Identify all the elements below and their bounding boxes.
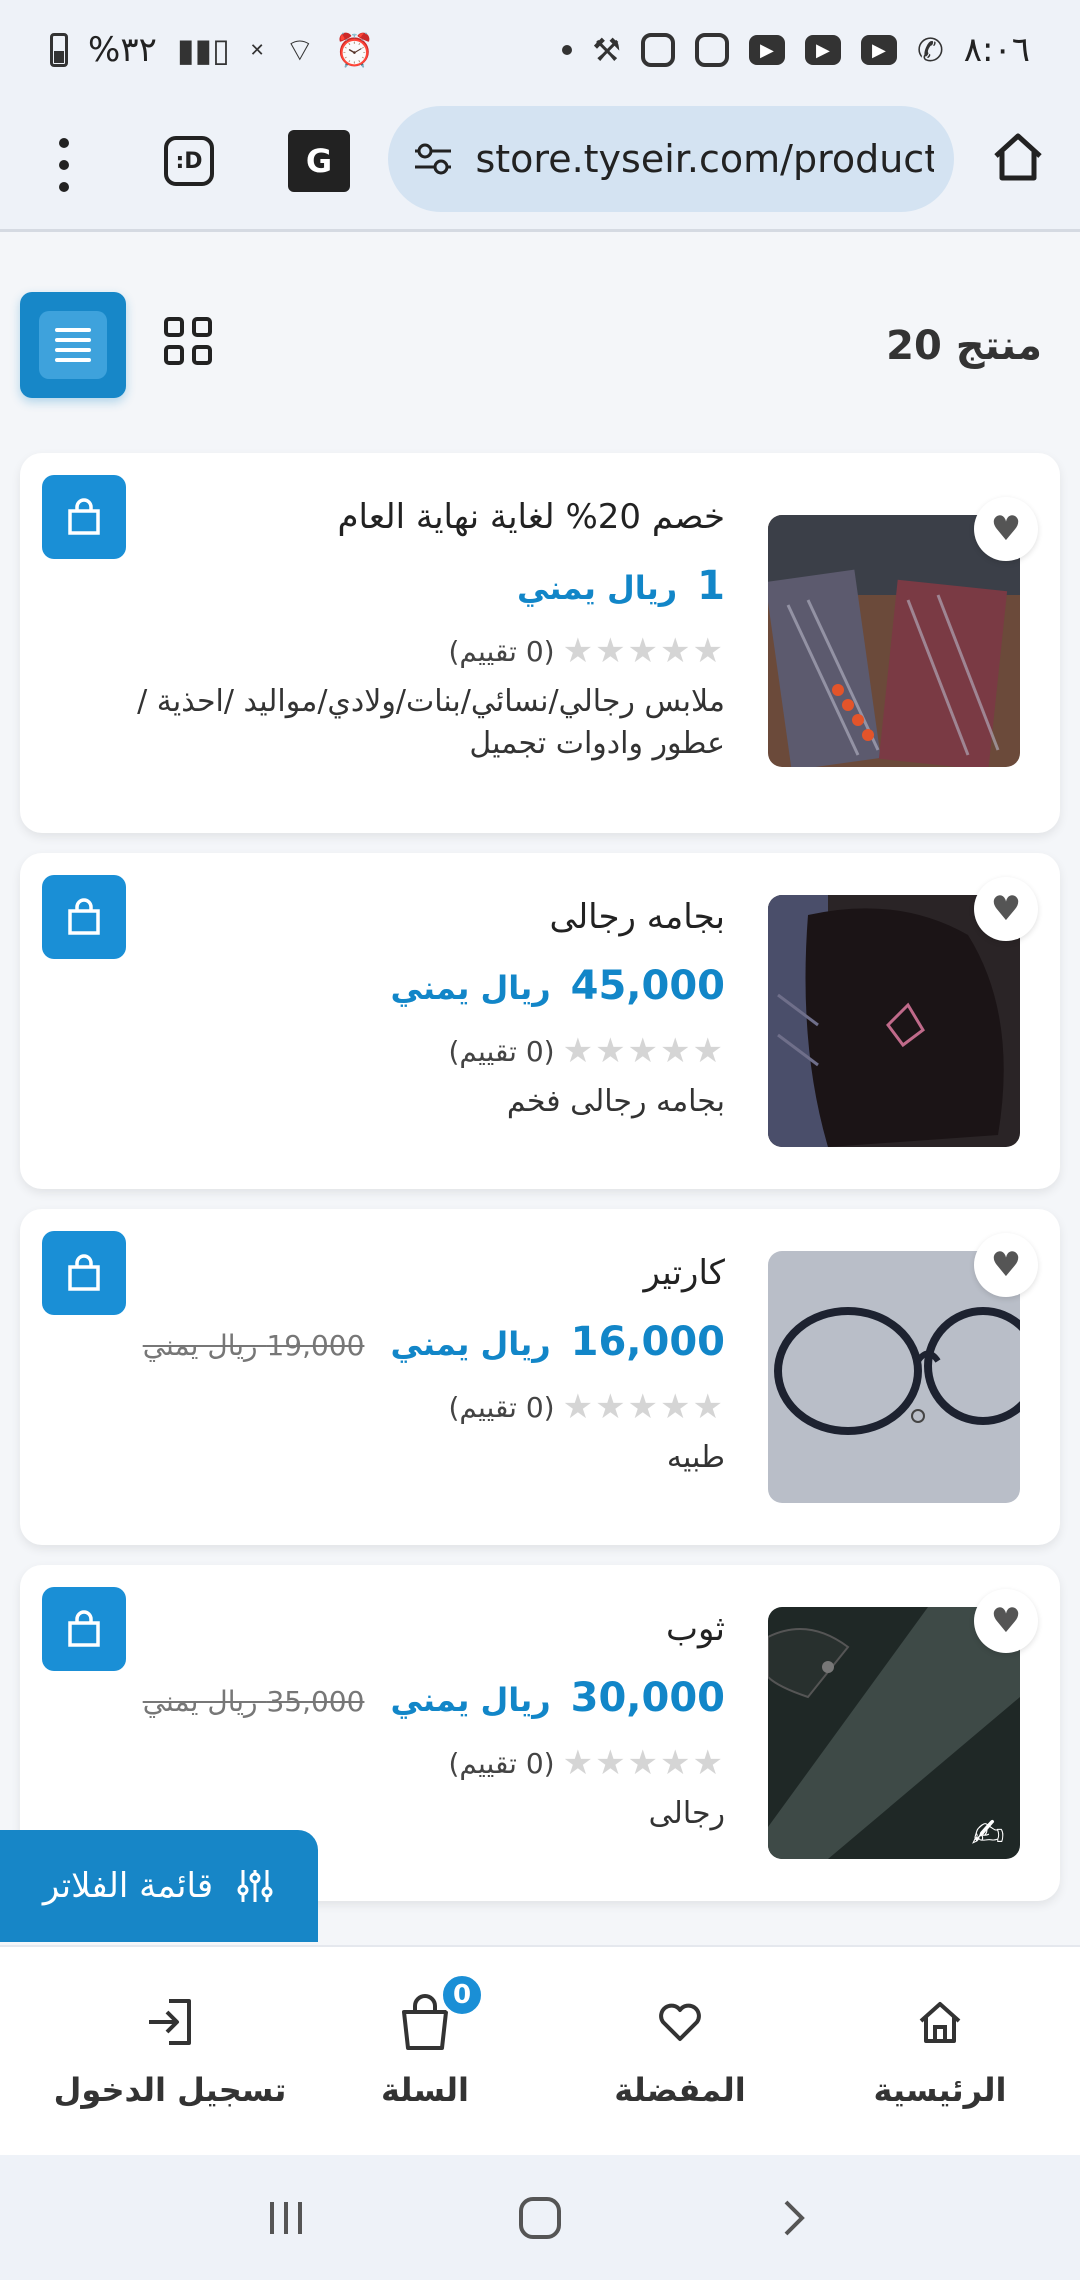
product-description: طبيه: [666, 1440, 725, 1475]
browser-toolbar: :D G store.tyseir.com/product: [0, 100, 1080, 232]
product-title[interactable]: بجامه رجالى: [85, 897, 725, 937]
product-price: 16,000 ريال يمني: [390, 1319, 725, 1365]
star-rating-icon: ★★★★★: [562, 1031, 725, 1071]
signal-icon: ▮▮▯: [176, 31, 230, 69]
shopping-bag-icon: 0: [305, 1973, 545, 2057]
status-left: %٣٢ ▮▮▯ ✕ ⌔ ⏰: [50, 30, 375, 70]
grid-view-icon[interactable]: [164, 317, 212, 365]
product-info: بجامه رجالى 45,000 ريال يمني ★★★★★ (0 تق…: [85, 893, 725, 1123]
product-title[interactable]: كارتير: [85, 1253, 725, 1293]
heart-icon: [560, 1987, 800, 2057]
home-icon[interactable]: [990, 128, 1046, 184]
price-row: 30,000 ريال يمني 35,000 ريال يمني: [85, 1675, 725, 1721]
product-image[interactable]: [768, 895, 1020, 1147]
rating: ★★★★★ (0 تقييم): [85, 1743, 725, 1783]
product-title[interactable]: خصم 20% لغاية نهاية العام: [85, 497, 725, 537]
login-icon: [50, 1987, 290, 2057]
status-right: ⚒ ▶ ▶ ▶ ✆ ٨:٠٦: [562, 30, 1030, 70]
favorite-heart-icon[interactable]: ♥: [974, 877, 1038, 941]
nav-home[interactable]: الرئيسية: [820, 1987, 1060, 2109]
nav-favorites-label: المفضلة: [614, 2071, 746, 2109]
filter-label: قائمة الفلاتر: [42, 1866, 214, 1906]
sliders-icon: [237, 1870, 273, 1902]
price-row: 45,000 ريال يمني: [85, 963, 725, 1009]
address-bar[interactable]: store.tyseir.com/product: [388, 106, 954, 212]
star-rating-icon: ★★★★★: [562, 631, 725, 671]
recents-icon[interactable]: [264, 2196, 308, 2240]
instagram-icon: [640, 33, 675, 67]
product-price: 1 ريال يمني: [516, 563, 725, 609]
product-card[interactable]: ♥ كارتير 16,000 ريال يمني 19,000 ريال يم…: [20, 1209, 1060, 1545]
battery-level: %٣٢: [88, 30, 157, 70]
product-info: خصم 20% لغاية نهاية العام 1 ريال يمني ★★…: [85, 493, 725, 765]
star-rating-icon: ★★★★★: [562, 1387, 725, 1427]
rating-count: (0 تقييم): [448, 1390, 555, 1424]
rating-count: (0 تقييم): [448, 1746, 555, 1780]
system-navigation: [0, 2155, 1080, 2280]
nav-login-label: تسجيل الدخول: [53, 2071, 287, 2109]
wifi-icon: ⌔: [284, 31, 315, 69]
instagram-icon-2: [694, 33, 729, 67]
bottom-navigation: الرئيسية المفضلة 0 السلة تسجيل الدخول: [0, 1945, 1080, 2155]
hammer-icon: ⚒: [592, 31, 621, 69]
price-row: 1 ريال يمني: [85, 563, 725, 609]
rating-count: (0 تقييم): [448, 1034, 555, 1068]
dot-icon: [562, 45, 573, 55]
youtube-icon: ▶: [748, 35, 785, 65]
translate-icon[interactable]: G: [288, 130, 350, 192]
rating: ★★★★★ (0 تقييم): [85, 631, 725, 671]
nav-home-label: الرئيسية: [873, 2071, 1007, 2109]
price-row: 16,000 ريال يمني 19,000 ريال يمني: [85, 1319, 725, 1365]
rating: ★★★★★ (0 تقييم): [85, 1387, 725, 1427]
clock: ٨:٠٦: [963, 30, 1030, 70]
rating: ★★★★★ (0 تقييم): [85, 1031, 725, 1071]
product-title[interactable]: ثوب: [85, 1609, 725, 1649]
favorite-heart-icon[interactable]: ♥: [974, 1233, 1038, 1297]
alarm-icon: ⏰: [334, 31, 375, 69]
product-price: 45,000 ريال يمني: [390, 963, 725, 1009]
favorite-heart-icon[interactable]: ♥: [974, 1589, 1038, 1653]
home-icon: [820, 1987, 1060, 2057]
svg-text:✍: ✍: [971, 1811, 1005, 1857]
whatsapp-icon: ✆: [916, 31, 944, 69]
product-price: 30,000 ريال يمني: [390, 1675, 725, 1721]
star-rating-icon: ★★★★★: [562, 1743, 725, 1783]
youtube-icon-2: ▶: [804, 35, 841, 65]
old-price: 35,000 ريال يمني: [142, 1685, 365, 1718]
list-icon: [39, 311, 107, 379]
cart-count-badge: 0: [440, 1973, 484, 2017]
back-icon[interactable]: [772, 2196, 816, 2240]
old-price: 19,000 ريال يمني: [142, 1329, 365, 1362]
list-view-button[interactable]: [20, 292, 126, 398]
more-menu-icon[interactable]: [44, 130, 84, 200]
product-description: بجامه رجالى فخم: [506, 1084, 725, 1119]
nav-cart-label: السلة: [380, 2071, 469, 2109]
product-card[interactable]: ♥ بجامه رجالى 45,000 ريال يمني ★★★★★ (0 …: [20, 853, 1060, 1189]
site-settings-icon[interactable]: [408, 139, 457, 179]
battery-icon: [50, 33, 68, 67]
product-info: ثوب 30,000 ريال يمني 35,000 ريال يمني ★★…: [85, 1605, 725, 1835]
product-description: رجالى: [648, 1796, 725, 1831]
data-off-icon: ✕: [249, 39, 265, 61]
nav-cart[interactable]: 0 السلة: [305, 1973, 545, 2109]
favorite-heart-icon[interactable]: ♥: [974, 497, 1038, 561]
status-bar: %٣٢ ▮▮▯ ✕ ⌔ ⏰ ⚒ ▶ ▶ ▶ ✆ ٨:٠٦: [0, 0, 1080, 100]
extension-icon[interactable]: :D: [164, 136, 214, 186]
product-count: 20 منتج: [886, 323, 1042, 369]
product-card[interactable]: ♥ خصم 20% لغاية نهاية العام 1 ريال يمني …: [20, 453, 1060, 833]
product-info: كارتير 16,000 ريال يمني 19,000 ريال يمني…: [85, 1249, 725, 1479]
url-text[interactable]: store.tyseir.com/product: [475, 137, 934, 181]
product-image[interactable]: [768, 1251, 1020, 1503]
product-description: ملابس رجالي/نسائي/بنات/ولادي/مواليد /احذ…: [137, 684, 725, 761]
filter-menu-button[interactable]: قائمة الفلاتر: [0, 1830, 318, 1942]
nav-favorites[interactable]: المفضلة: [560, 1987, 800, 2109]
youtube-icon-3: ▶: [860, 35, 897, 65]
product-image[interactable]: ✍: [768, 1607, 1020, 1859]
rating-count: (0 تقييم): [448, 634, 555, 668]
product-image[interactable]: [768, 515, 1020, 767]
home-button-icon[interactable]: [515, 2193, 565, 2243]
nav-login[interactable]: تسجيل الدخول: [50, 1987, 290, 2109]
